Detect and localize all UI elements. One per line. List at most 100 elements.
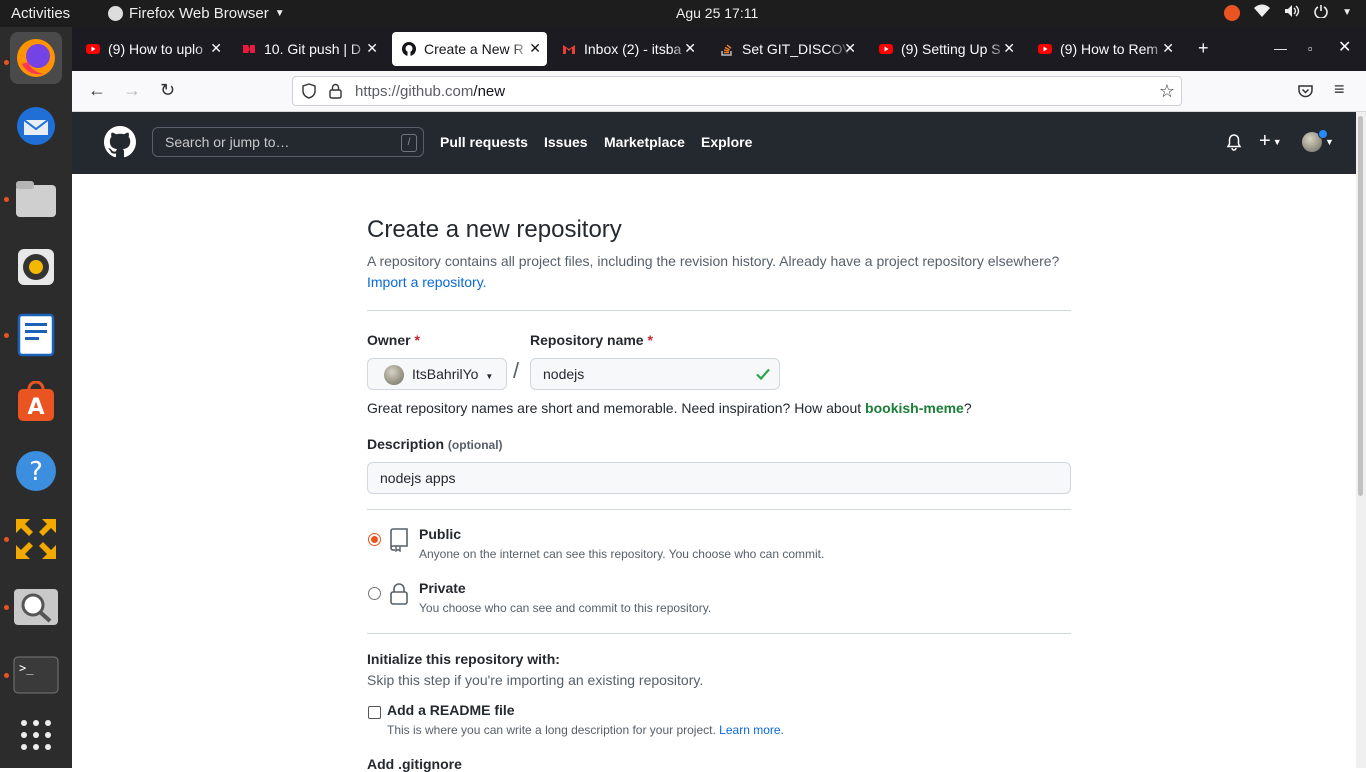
maximize-window-icon[interactable]: ▫ <box>1308 41 1313 56</box>
nav-marketplace[interactable]: Marketplace <box>604 134 685 150</box>
lock-icon <box>389 583 409 610</box>
divider <box>367 310 1071 311</box>
close-tab-icon[interactable]: ✕ <box>366 40 378 57</box>
chevron-down-icon: ▼ <box>1272 136 1282 147</box>
activities-button[interactable]: Activities <box>11 5 70 22</box>
power-icon[interactable] <box>1314 4 1328 21</box>
visibility-private-label[interactable]: Private <box>419 580 466 596</box>
clock[interactable]: Agu 25 17:11 <box>676 5 758 21</box>
description-input[interactable]: nodejs apps <box>367 462 1071 494</box>
show-apps-grid-icon[interactable] <box>10 709 62 761</box>
nav-issues[interactable]: Issues <box>544 134 588 150</box>
help-dock-icon[interactable]: ? <box>10 445 62 497</box>
repository-name-input[interactable]: nodejs <box>530 358 780 390</box>
reload-icon[interactable]: ↻ <box>160 80 175 101</box>
back-arrow-icon[interactable]: ← <box>88 80 106 101</box>
files-dock-icon[interactable] <box>10 173 62 225</box>
github-search-input[interactable]: Search or jump to… / <box>152 127 424 157</box>
close-tab-icon[interactable]: ✕ <box>210 40 222 57</box>
app-menu[interactable]: Firefox Web Browser ▼ <box>108 5 285 22</box>
create-new-plus-icon[interactable]: + ▼ <box>1259 130 1282 153</box>
gmail-icon <box>562 42 576 56</box>
browser-tab[interactable]: (9) How to Rem ✕ <box>1028 32 1180 66</box>
close-tab-icon[interactable]: ✕ <box>684 40 696 57</box>
thunderbird-dock-icon[interactable] <box>10 100 62 152</box>
learn-more-link[interactable]: Learn more. <box>719 723 784 737</box>
browser-tab[interactable]: (9) Setting Up S ✕ <box>869 32 1021 66</box>
wifi-icon[interactable] <box>1254 4 1271 21</box>
screenshot-dock-icon[interactable] <box>10 581 62 633</box>
name-suggestion-link[interactable]: bookish-meme <box>865 400 964 416</box>
volume-icon[interactable] <box>1284 4 1300 21</box>
close-tab-icon[interactable]: ✕ <box>844 40 856 57</box>
writer-dock-icon[interactable] <box>10 309 62 361</box>
browser-tab[interactable]: 10. Git push | D ✕ <box>232 32 384 66</box>
tab-title: Set GIT_DISCOV <box>742 41 850 57</box>
close-tab-icon[interactable]: ✕ <box>1162 40 1174 57</box>
youtube-icon <box>1038 42 1052 56</box>
forward-arrow-icon[interactable]: → <box>123 80 141 101</box>
browser-tab[interactable]: Inbox (2) - itsba ✕ <box>552 32 702 66</box>
add-readme-label[interactable]: Add a README file <box>387 702 515 718</box>
browser-tab[interactable]: Set GIT_DISCOV ✕ <box>710 32 862 66</box>
running-indicator <box>4 537 9 542</box>
browser-tab-active[interactable]: Create a New R ✕ <box>392 32 547 66</box>
bookmark-star-icon[interactable]: ☆ <box>1159 81 1175 102</box>
system-tray[interactable]: ▼ <box>1224 4 1352 21</box>
github-header: Search or jump to… / Pull requests Issue… <box>72 112 1356 174</box>
tab-title: (9) Setting Up S <box>901 41 1001 57</box>
minimize-window-icon[interactable]: — <box>1274 41 1287 56</box>
running-indicator <box>4 60 9 65</box>
owner-select[interactable]: ItsBahrilYo ▼ <box>367 358 507 390</box>
dock: A ? >_ <box>0 27 72 768</box>
add-readme-checkbox[interactable] <box>368 706 381 719</box>
menu-hamburger-icon[interactable]: ≡ <box>1334 79 1345 100</box>
lock-icon[interactable] <box>329 83 342 104</box>
arrows-app-dock-icon[interactable] <box>10 513 62 565</box>
divider <box>367 633 1071 634</box>
running-indicator <box>4 197 9 202</box>
nav-pull-requests[interactable]: Pull requests <box>440 134 528 150</box>
scrollbar-thumb[interactable] <box>1358 116 1363 496</box>
close-tab-icon[interactable]: ✕ <box>1003 40 1015 57</box>
add-readme-desc: This is where you can write a long descr… <box>387 723 784 737</box>
rhythmbox-dock-icon[interactable] <box>10 241 62 293</box>
description-value: nodejs apps <box>380 470 456 486</box>
url-bar[interactable]: https://github.com/new ☆ <box>292 76 1182 106</box>
firefox-small-icon <box>108 6 123 21</box>
tab-title: (9) How to Rem <box>1060 41 1159 57</box>
search-placeholder: Search or jump to… <box>165 134 290 150</box>
repo-public-icon <box>389 528 409 557</box>
close-tab-icon[interactable]: ✕ <box>529 40 541 57</box>
visibility-public-label[interactable]: Public <box>419 526 461 542</box>
visibility-public-radio[interactable] <box>368 533 381 546</box>
notification-bell-icon[interactable] <box>1226 134 1242 156</box>
chevron-down-icon: ▼ <box>485 372 494 381</box>
chevron-down-icon[interactable]: ▼ <box>1342 7 1352 18</box>
system-top-bar: Activities Firefox Web Browser ▼ Agu 25 … <box>0 0 1366 27</box>
url-text[interactable]: https://github.com/new <box>355 83 505 100</box>
add-gitignore-label: Add .gitignore <box>367 756 462 772</box>
visibility-private-radio[interactable] <box>368 587 381 600</box>
indicator-icon[interactable] <box>1224 4 1241 21</box>
chevron-down-icon[interactable]: ▼ <box>1325 137 1334 147</box>
new-tab-plus-icon[interactable]: + <box>1198 38 1209 59</box>
divider <box>367 509 1071 510</box>
url-host: https://github.com <box>355 83 474 100</box>
tab-title: Inbox (2) - itsba <box>584 41 682 57</box>
page-subtitle: A repository contains all project files,… <box>367 251 1071 293</box>
app-name: Firefox Web Browser <box>129 5 269 22</box>
import-repository-link[interactable]: Import a repository. <box>367 274 487 290</box>
page-scrollbar[interactable] <box>1356 112 1366 768</box>
browser-tab[interactable]: (9) How to uplo ✕ <box>76 32 228 66</box>
pocket-icon[interactable] <box>1298 82 1313 103</box>
github-logo-icon[interactable] <box>104 126 136 163</box>
firefox-dock-icon[interactable] <box>10 32 62 84</box>
nav-explore[interactable]: Explore <box>701 134 752 150</box>
software-store-dock-icon[interactable]: A <box>10 377 62 429</box>
tab-title: Create a New R <box>424 41 524 57</box>
terminal-dock-icon[interactable]: >_ <box>10 649 62 701</box>
shield-icon[interactable] <box>302 83 316 104</box>
close-window-icon[interactable]: ✕ <box>1338 37 1351 57</box>
repository-name-value: nodejs <box>543 366 585 382</box>
